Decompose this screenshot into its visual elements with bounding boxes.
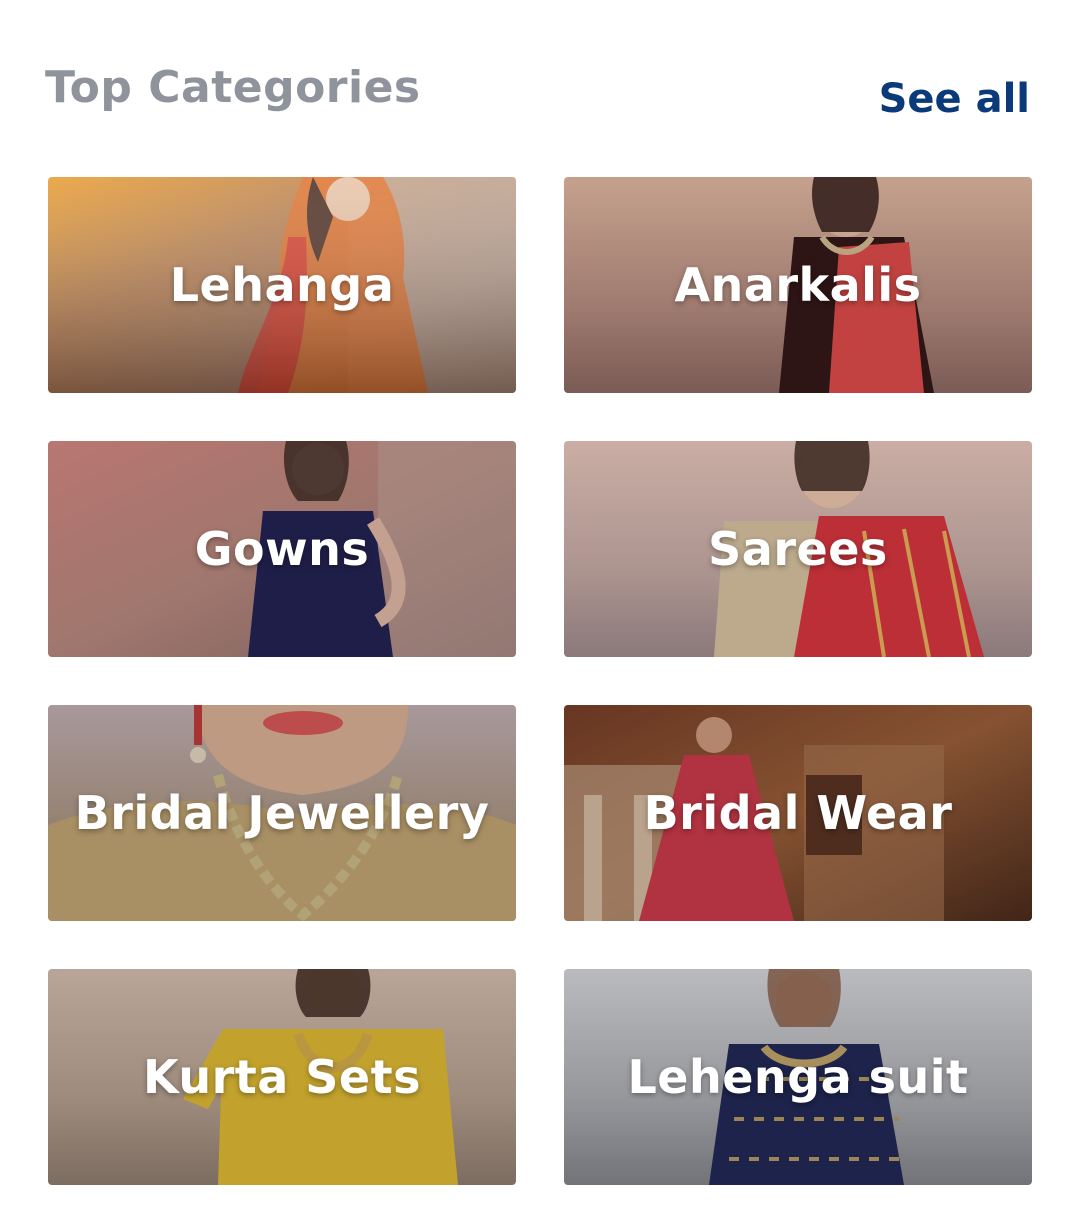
category-label: Lehenga suit: [627, 1050, 969, 1104]
category-card-bridal-wear[interactable]: Bridal Wear: [564, 705, 1032, 921]
category-label: Lehanga: [169, 258, 395, 312]
category-grid: Lehanga Anarkalis Gowns Sarees Bridal Je…: [48, 177, 1032, 1185]
category-card-anarkalis[interactable]: Anarkalis: [564, 177, 1032, 393]
category-label: Bridal Wear: [643, 786, 953, 840]
category-card-sarees[interactable]: Sarees: [564, 441, 1032, 657]
category-label: Anarkalis: [674, 258, 922, 312]
category-card-lehanga[interactable]: Lehanga: [48, 177, 516, 393]
category-card-gowns[interactable]: Gowns: [48, 441, 516, 657]
see-all-link[interactable]: See all: [879, 76, 1030, 122]
category-card-bridal-jewellery[interactable]: Bridal Jewellery: [48, 705, 516, 921]
category-label: Bridal Jewellery: [74, 786, 490, 840]
category-label: Kurta Sets: [142, 1050, 421, 1104]
section-title: Top Categories: [45, 62, 421, 113]
section-header: Top Categories See all: [0, 0, 1080, 150]
category-label: Sarees: [708, 522, 888, 576]
category-card-lehenga-suit[interactable]: Lehenga suit: [564, 969, 1032, 1185]
category-card-kurta-sets[interactable]: Kurta Sets: [48, 969, 516, 1185]
category-label: Gowns: [194, 522, 370, 576]
